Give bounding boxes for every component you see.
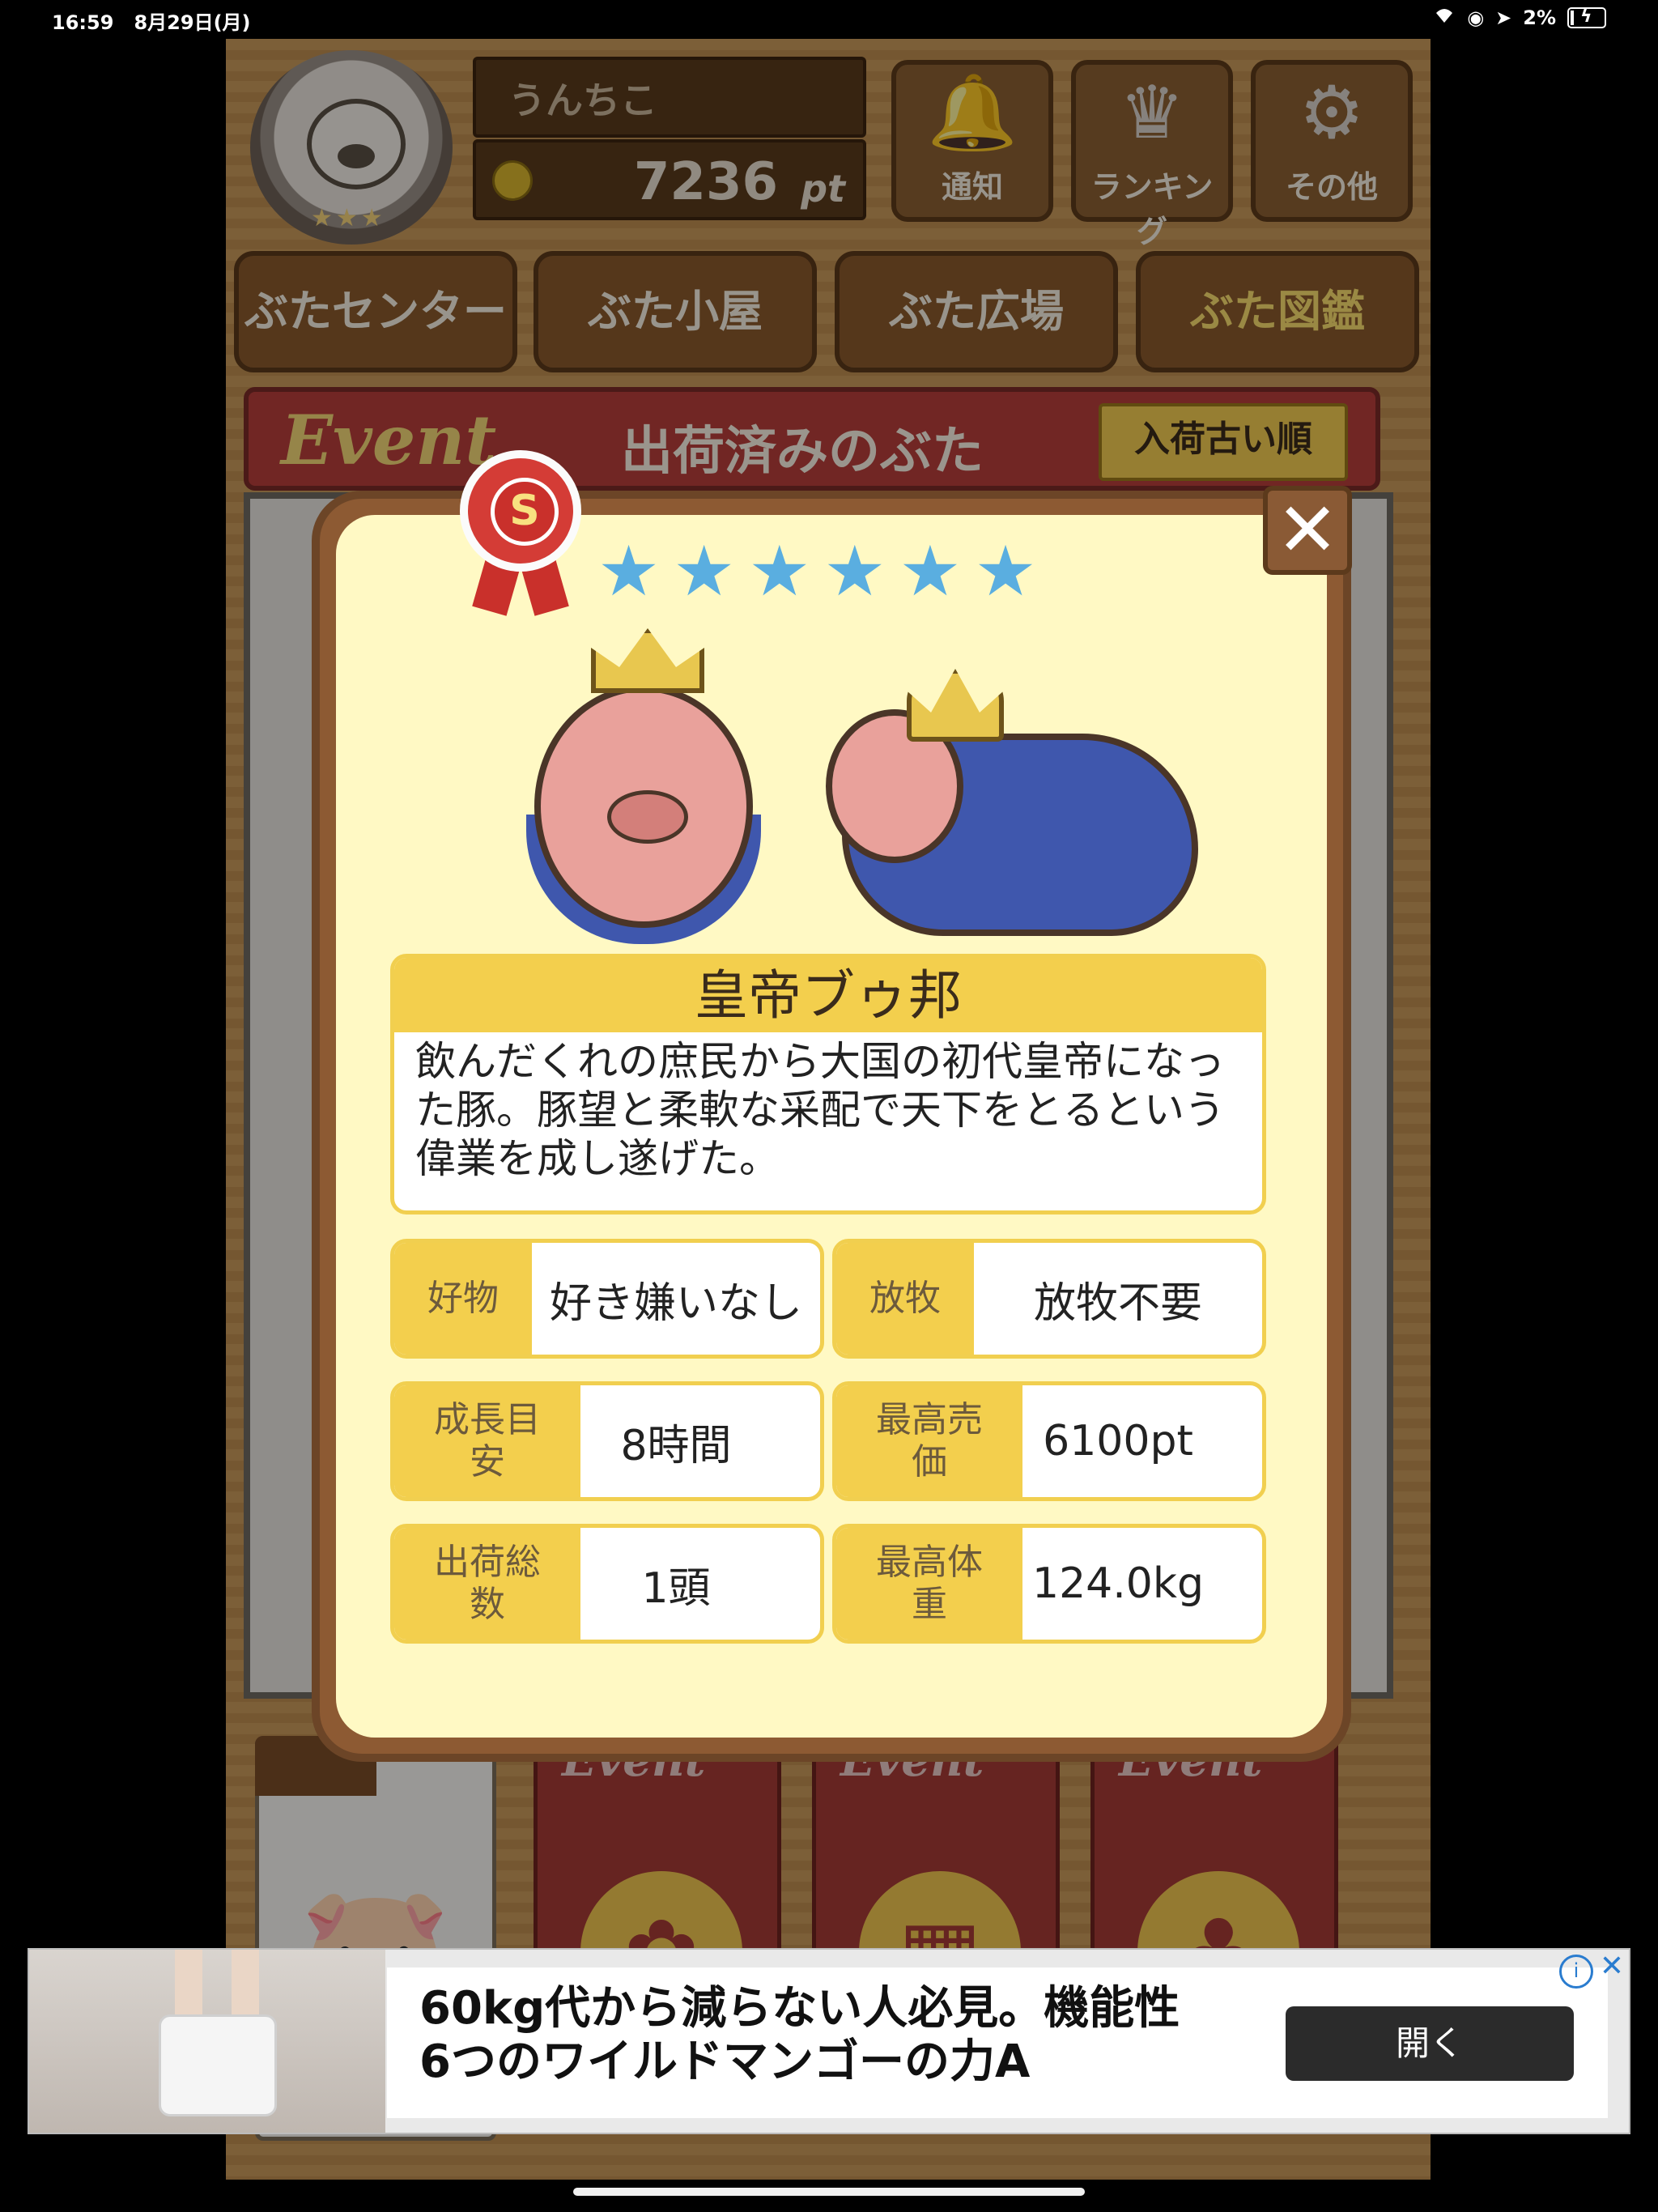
pig-name: 皇帝ブゥ邦 — [394, 958, 1262, 1032]
stat-total-shipped: 出荷総数 1頭 — [390, 1524, 824, 1644]
home-indicator[interactable] — [573, 2188, 1085, 2196]
battery-icon: ϟ — [1567, 6, 1606, 28]
stat-favorite-food: 好物 好き嫌いなし — [390, 1239, 824, 1359]
pig-side-image — [826, 636, 1206, 960]
rank-ribbon: S — [460, 450, 581, 616]
pig-front-image — [502, 628, 777, 952]
ad-text-line1: 60kg代から減らない人必見。機能性 — [419, 1982, 1180, 2035]
status-bar: 16:59 8月29日(月) ◉ ➤ 2% ϟ — [0, 0, 1658, 39]
stat-value: 8時間 — [620, 1421, 732, 1470]
close-icon: ✕ — [1276, 487, 1339, 573]
clock-text: 16:59 — [52, 11, 114, 34]
rarity-stars: ★★★★★★ — [597, 531, 1050, 612]
ad-text-line2: 6つのワイルドマンゴーの力A — [419, 2035, 1031, 2088]
ad-text: 60kg代から減らない人必見。機能性 6つのワイルドマンゴーの力A — [419, 1982, 1180, 2089]
ad-banner[interactable]: 60kg代から減らない人必見。機能性 6つのワイルドマンゴーの力A 開く i ✕ — [28, 1948, 1630, 2134]
ad-open-button[interactable]: 開く — [1286, 2006, 1574, 2081]
pig-description: 飲んだくれの庶民から大国の初代皇帝になった豚。豚望と柔軟な采配で天下をとるという… — [415, 1038, 1225, 1182]
date-text: 8月29日(月) — [134, 11, 251, 34]
ad-photo — [29, 1950, 385, 2133]
ad-close-icon[interactable]: ✕ — [1600, 1950, 1624, 1983]
crown-icon — [907, 669, 1004, 742]
rank-letter: S — [491, 478, 559, 546]
stat-growth-time: 成長目安 8時間 — [390, 1381, 824, 1501]
crown-icon — [591, 628, 704, 693]
stat-key: 放牧 — [836, 1243, 974, 1355]
status-time: 16:59 8月29日(月) — [52, 6, 251, 35]
pig-snout-shape — [607, 790, 688, 844]
ad-panel: 60kg代から減らない人必見。機能性 6つのワイルドマンゴーの力A 開く — [387, 1967, 1608, 2118]
status-indicators: ◉ ➤ 2% ϟ — [1433, 6, 1606, 29]
rank-rosette-icon: S — [460, 450, 581, 572]
orientation-lock-icon: ◉ — [1467, 6, 1485, 29]
stat-value: 124.0kg — [1032, 1559, 1204, 1608]
stat-max-weight: 最高体重 124.0kg — [832, 1524, 1266, 1644]
stat-value: 6100pt — [1043, 1417, 1193, 1465]
stat-value: 好き嫌いなし — [549, 1278, 802, 1328]
battery-percent: 2% — [1523, 6, 1556, 29]
wifi-icon — [1433, 6, 1456, 29]
stat-key: 好物 — [394, 1243, 532, 1355]
stat-value: 1頭 — [641, 1563, 711, 1613]
ad-info-icon[interactable]: i — [1559, 1955, 1593, 1989]
ad-scale-image — [159, 2014, 277, 2116]
stat-grazing: 放牧 放牧不要 — [832, 1239, 1266, 1359]
stat-value: 放牧不要 — [1033, 1278, 1202, 1328]
close-button[interactable]: ✕ — [1263, 486, 1352, 575]
stat-max-price: 最高売価 6100pt — [832, 1381, 1266, 1501]
location-icon: ➤ — [1495, 6, 1512, 29]
pig-info-box: 皇帝ブゥ邦 飲んだくれの庶民から大国の初代皇帝になった豚。豚望と柔軟な采配で天下… — [390, 954, 1266, 1214]
